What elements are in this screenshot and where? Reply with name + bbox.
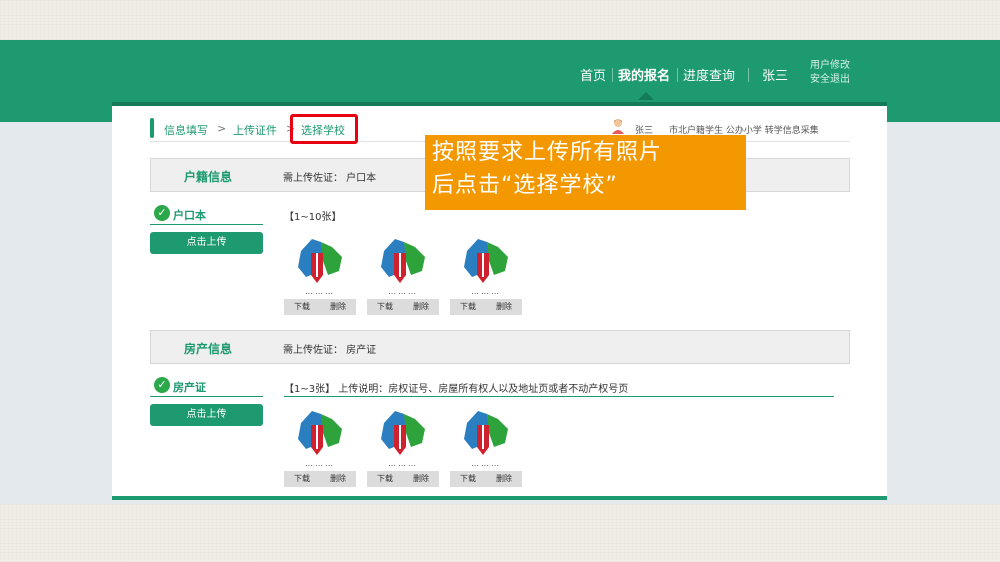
photo-thumbnail[interactable]: ⋯⋯⋯ 下载 删除 [367, 405, 439, 491]
thumbnail-actions: 下载 删除 [284, 299, 356, 315]
section-header-property: 房产信息 需上传佐证： 房产证 [150, 330, 850, 364]
logout-link[interactable]: 安全退出 [810, 73, 850, 87]
section-title: 户籍信息 [184, 170, 233, 184]
upload-count: 【1~10张】 [284, 212, 342, 223]
thumbnail-actions: 下载 删除 [284, 471, 356, 487]
thumbnail-actions: 下载 删除 [450, 471, 522, 487]
photo-preview-icon [298, 239, 342, 283]
check-icon: ✓ [154, 205, 170, 221]
section-title: 房产信息 [184, 342, 233, 356]
doc-label-household-register: ✓ 户口本 [150, 205, 263, 225]
delete-button[interactable]: 删除 [403, 299, 439, 315]
photo-preview-icon [298, 411, 342, 455]
callout-line-2: 后点击“选择学校” [432, 173, 618, 198]
delete-button[interactable]: 删除 [486, 471, 522, 487]
highlight-box [290, 114, 358, 144]
download-button[interactable]: 下载 [450, 299, 486, 315]
photo-thumbnail[interactable]: ⋯⋯⋯ 下载 删除 [367, 233, 439, 319]
section-requirement: 需上传佐证： 户口本 [283, 173, 377, 184]
photo-preview-icon [381, 411, 425, 455]
upload-divider [284, 396, 834, 397]
delete-button[interactable]: 删除 [320, 299, 356, 315]
download-button[interactable]: 下载 [450, 471, 486, 487]
nav-divider [612, 68, 613, 82]
download-button[interactable]: 下载 [367, 471, 403, 487]
photo-thumbnail[interactable]: ⋯⋯⋯ 下载 删除 [450, 405, 522, 491]
page-stage: 首页 我的报名 进度查询 张三 用户修改 安全退出 信息填写 > 上传证件 > … [0, 40, 1000, 504]
photo-thumbnail[interactable]: ⋯⋯⋯ 下载 删除 [284, 405, 356, 491]
section-requirement: 需上传佐证： 房产证 [283, 345, 377, 356]
upload-button[interactable]: 点击上传 [150, 404, 263, 426]
instruction-callout: 按照要求上传所有照片 后点击“选择学校” [425, 135, 746, 210]
photo-preview-icon [381, 239, 425, 283]
breadcrumb-marker [150, 118, 154, 138]
breadcrumb-step-upload[interactable]: 上传证件 [233, 122, 277, 138]
upload-count: 【1~3张】 上传说明：房权证号、房屋所有权人以及地址页或者不动产权号页 [284, 384, 629, 395]
nav-divider [677, 68, 678, 82]
avatar-icon [612, 119, 624, 134]
doc-label-property-certificate: ✓ 房产证 [150, 377, 263, 397]
user-modify-link[interactable]: 用户修改 [810, 59, 850, 73]
nav-username: 张三 [762, 69, 789, 84]
photo-preview-icon [464, 411, 508, 455]
delete-button[interactable]: 删除 [320, 471, 356, 487]
doc-label-text: 户口本 [173, 209, 206, 222]
download-button[interactable]: 下载 [284, 299, 320, 315]
delete-button[interactable]: 删除 [486, 299, 522, 315]
delete-button[interactable]: 删除 [403, 471, 439, 487]
thumbnail-actions: 下载 删除 [450, 299, 522, 315]
nav-home[interactable]: 首页 [580, 65, 606, 84]
nav-my-registration[interactable]: 我的报名 [618, 65, 670, 84]
user-links: 用户修改 安全退出 [810, 59, 850, 87]
photo-thumbnail[interactable]: ⋯⋯⋯ 下载 删除 [450, 233, 522, 319]
check-icon: ✓ [154, 377, 170, 393]
doc-label-text: 房产证 [173, 381, 206, 394]
callout-line-1: 按照要求上传所有照片 [432, 140, 663, 165]
breadcrumb-separator: > [217, 122, 227, 135]
thumbnail-actions: 下载 删除 [367, 471, 439, 487]
photo-thumbnail[interactable]: ⋯⋯⋯ 下载 删除 [284, 233, 356, 319]
nav-divider [748, 68, 749, 82]
thumbnail-actions: 下载 删除 [367, 299, 439, 315]
active-nav-caret-icon [638, 92, 654, 100]
photo-preview-icon [464, 239, 508, 283]
breadcrumb-step-info[interactable]: 信息填写 [164, 122, 208, 138]
upload-button[interactable]: 点击上传 [150, 232, 263, 254]
download-button[interactable]: 下载 [367, 299, 403, 315]
download-button[interactable]: 下载 [284, 471, 320, 487]
nav-progress-query[interactable]: 进度查询 [683, 65, 735, 84]
